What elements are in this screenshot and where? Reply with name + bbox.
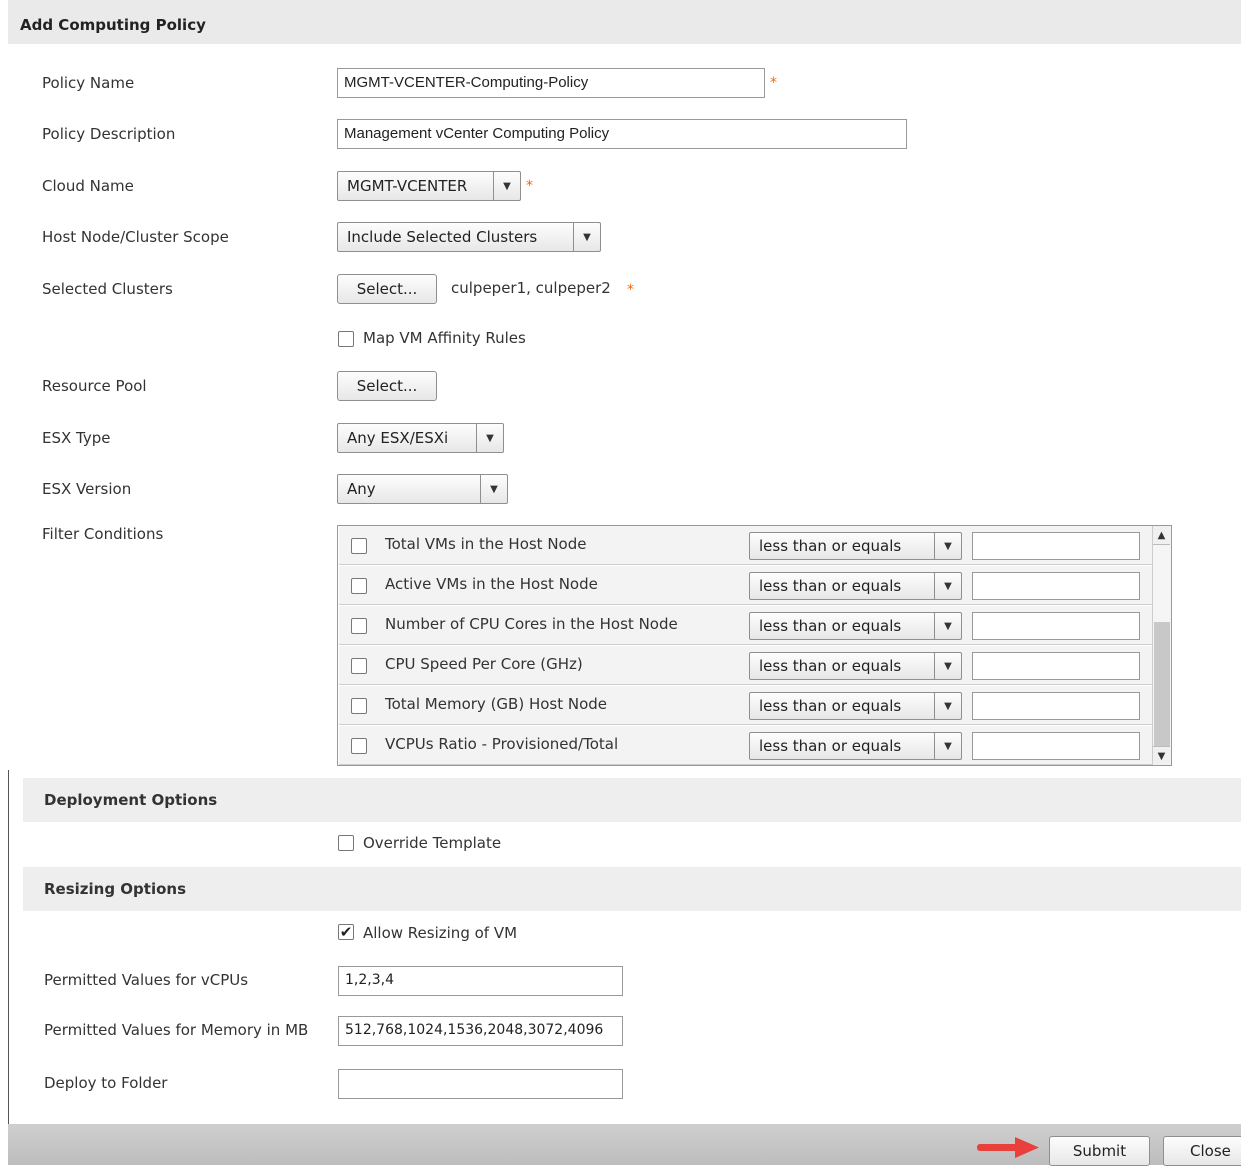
filter-row: Total Memory (GB) Host Node less than or…: [339, 686, 1153, 725]
chevron-down-icon[interactable]: ▼: [573, 223, 600, 251]
filter-row-label: Number of CPU Cores in the Host Node: [385, 615, 678, 633]
memory-input[interactable]: 512,768,1024,1536,2048,3072,4096: [338, 1016, 623, 1046]
filter-row: Number of CPU Cores in the Host Node les…: [339, 606, 1153, 645]
deploy-folder-input[interactable]: [338, 1069, 623, 1099]
required-marker: *: [627, 282, 634, 298]
esx-version-label: ESX Version: [42, 480, 132, 498]
selected-clusters-label: Selected Clusters: [42, 280, 173, 298]
vcpus-label: Permitted Values for vCPUs: [44, 971, 249, 989]
override-template-label: Override Template: [363, 834, 502, 852]
cloud-name-select[interactable]: MGMT-VCENTER ▼: [337, 171, 521, 201]
policy-description-input[interactable]: Management vCenter Computing Policy: [337, 119, 907, 149]
filter-conditions-table: Total VMs in the Host Node less than or …: [337, 525, 1172, 766]
filter-row: Total VMs in the Host Node less than or …: [339, 526, 1153, 565]
filter-value-input[interactable]: [972, 732, 1140, 760]
filter-row: CPU Speed Per Core (GHz) less than or eq…: [339, 646, 1153, 685]
esx-type-label: ESX Type: [42, 429, 111, 447]
scrollbar-thumb[interactable]: [1154, 622, 1170, 746]
esx-type-value: Any ESX/ESXi: [347, 429, 449, 447]
policy-description-label: Policy Description: [42, 125, 176, 143]
required-marker: *: [526, 178, 533, 194]
filter-conditions-label: Filter Conditions: [42, 525, 164, 543]
deployment-options-header: Deployment Options: [23, 778, 1241, 822]
memory-label: Permitted Values for Memory in MB: [44, 1021, 309, 1039]
chevron-down-icon[interactable]: ▼: [934, 613, 961, 639]
chevron-down-icon[interactable]: ▼: [934, 573, 961, 599]
filter-row-checkbox[interactable]: [351, 578, 367, 594]
filter-value-input[interactable]: [972, 572, 1140, 600]
chevron-down-icon[interactable]: ▼: [934, 653, 961, 679]
allow-resizing-label: Allow Resizing of VM: [363, 924, 518, 942]
esx-type-select[interactable]: Any ESX/ESXi ▼: [337, 423, 504, 453]
filter-operator-value: less than or equals: [759, 537, 902, 555]
filter-row-label: Total Memory (GB) Host Node: [385, 695, 608, 713]
filter-row-checkbox[interactable]: [351, 538, 367, 554]
filter-row-checkbox[interactable]: [351, 658, 367, 674]
policy-name-label: Policy Name: [42, 74, 135, 92]
resource-pool-label: Resource Pool: [42, 377, 147, 395]
filter-operator-value: less than or equals: [759, 657, 902, 675]
panel-border: [8, 770, 9, 1132]
scroll-up-icon[interactable]: ▲: [1153, 526, 1170, 545]
map-vm-affinity-checkbox[interactable]: [338, 331, 354, 347]
scroll-down-icon[interactable]: ▼: [1153, 746, 1170, 765]
filter-operator-value: less than or equals: [759, 577, 902, 595]
cloud-name-label: Cloud Name: [42, 177, 134, 195]
filter-operator-select[interactable]: less than or equals ▼: [749, 532, 962, 560]
selected-clusters-value: culpeper1, culpeper2: [451, 279, 611, 297]
filter-row-checkbox[interactable]: [351, 698, 367, 714]
filter-row: Active VMs in the Host Node less than or…: [339, 566, 1153, 605]
filter-value-input[interactable]: [972, 532, 1140, 560]
chevron-down-icon[interactable]: ▼: [934, 533, 961, 559]
policy-name-input[interactable]: MGMT-VCENTER-Computing-Policy: [337, 68, 765, 98]
chevron-down-icon[interactable]: ▼: [934, 733, 961, 759]
filter-operator-select[interactable]: less than or equals ▼: [749, 732, 962, 760]
filter-row-checkbox[interactable]: [351, 618, 367, 634]
filter-row-checkbox[interactable]: [351, 738, 367, 754]
filter-row-label: CPU Speed Per Core (GHz): [385, 655, 583, 673]
select-clusters-button[interactable]: Select...: [337, 274, 437, 304]
chevron-down-icon[interactable]: ▼: [476, 424, 503, 452]
filter-row: VCPUs Ratio - Provisioned/Total less tha…: [339, 726, 1153, 765]
filter-operator-select[interactable]: less than or equals ▼: [749, 572, 962, 600]
resizing-options-header: Resizing Options: [23, 867, 1241, 911]
deploy-folder-label: Deploy to Folder: [44, 1074, 168, 1092]
host-scope-select[interactable]: Include Selected Clusters ▼: [337, 222, 601, 252]
allow-resizing-checkbox[interactable]: ✔: [338, 924, 354, 940]
submit-button[interactable]: Submit: [1049, 1136, 1150, 1166]
override-template-checkbox[interactable]: [338, 835, 354, 851]
red-arrow-icon: [977, 1137, 1039, 1158]
filter-operator-select[interactable]: less than or equals ▼: [749, 612, 962, 640]
chevron-down-icon[interactable]: ▼: [480, 475, 507, 503]
esx-version-value: Any: [347, 480, 376, 498]
filter-value-input[interactable]: [972, 652, 1140, 680]
required-marker: *: [770, 75, 777, 91]
dialog-title: Add Computing Policy: [8, 0, 1241, 44]
close-button[interactable]: Close: [1163, 1136, 1241, 1166]
filter-row-label: VCPUs Ratio - Provisioned/Total: [385, 735, 619, 753]
esx-version-select[interactable]: Any ▼: [337, 474, 508, 504]
host-scope-value: Include Selected Clusters: [347, 228, 538, 246]
filter-operator-value: less than or equals: [759, 737, 902, 755]
cloud-name-value: MGMT-VCENTER: [347, 177, 468, 195]
filter-value-input[interactable]: [972, 612, 1140, 640]
filter-operator-value: less than or equals: [759, 697, 902, 715]
filter-operator-select[interactable]: less than or equals ▼: [749, 652, 962, 680]
filter-row-label: Active VMs in the Host Node: [385, 575, 598, 593]
filter-scrollbar[interactable]: ▲ ▼: [1152, 526, 1171, 765]
filter-value-input[interactable]: [972, 692, 1140, 720]
filter-row-label: Total VMs in the Host Node: [385, 535, 587, 553]
filter-operator-value: less than or equals: [759, 617, 902, 635]
vcpus-input[interactable]: 1,2,3,4: [338, 966, 623, 996]
filter-operator-select[interactable]: less than or equals ▼: [749, 692, 962, 720]
host-scope-label: Host Node/Cluster Scope: [42, 228, 229, 246]
select-resource-pool-button[interactable]: Select...: [337, 371, 437, 401]
chevron-down-icon[interactable]: ▼: [934, 693, 961, 719]
chevron-down-icon[interactable]: ▼: [493, 172, 520, 200]
map-vm-affinity-label: Map VM Affinity Rules: [363, 329, 526, 347]
